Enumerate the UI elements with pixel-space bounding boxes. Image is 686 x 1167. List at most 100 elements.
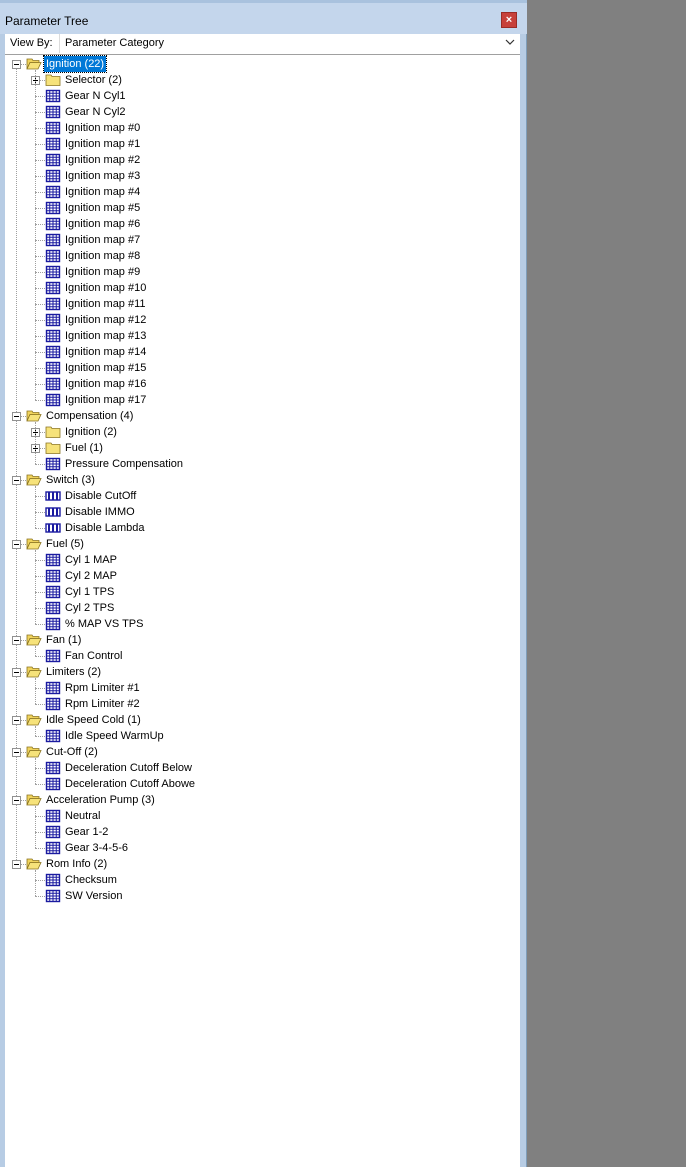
collapse-icon[interactable] [12,716,21,725]
tree-node-folder[interactable]: Acceleration Pump (3) [5,792,520,808]
tree-connector [35,176,45,177]
tree-node-leaf[interactable]: Disable IMMO [5,504,520,520]
tree-node-leaf[interactable]: Ignition map #17 [5,392,520,408]
tree-node-leaf[interactable]: Ignition map #8 [5,248,520,264]
tree-node-leaf[interactable]: Ignition map #12 [5,312,520,328]
tree-connector [35,368,45,369]
table-icon [45,201,61,215]
tree-node-leaf[interactable]: Gear N Cyl2 [5,104,520,120]
tree-node-leaf[interactable]: Cyl 1 TPS [5,584,520,600]
tree-node-label: Fan (1) [46,634,82,646]
tree-node-leaf[interactable]: Ignition map #0 [5,120,520,136]
tree-node-leaf[interactable]: Checksum [5,872,520,888]
tree-node-leaf[interactable]: SW Version [5,888,520,904]
collapse-icon[interactable] [12,60,21,69]
tree-node-leaf[interactable]: Ignition map #9 [5,264,520,280]
tree-node-leaf[interactable]: Ignition map #1 [5,136,520,152]
tree-node-folder[interactable]: Fan (1) [5,632,520,648]
tree-node-label: Disable CutOff [65,490,137,502]
table-icon [45,121,61,135]
tree-node-leaf[interactable]: Gear N Cyl1 [5,88,520,104]
tree-node-folder[interactable]: Compensation (4) [5,408,520,424]
tree-node-label: Rpm Limiter #2 [65,698,140,710]
tree-connector [35,608,45,609]
tree-node-label: Ignition map #0 [65,122,141,134]
switch-icon [45,521,61,535]
collapse-icon[interactable] [12,860,21,869]
tree-node-folder[interactable]: Rom Info (2) [5,856,520,872]
collapse-icon[interactable] [12,412,21,421]
tree-node-folder[interactable]: Idle Speed Cold (1) [5,712,520,728]
tree-connector [35,240,45,241]
table-icon [45,313,61,327]
close-button[interactable]: × [501,12,517,28]
tree-node-leaf[interactable]: Ignition map #16 [5,376,520,392]
collapse-icon[interactable] [12,636,21,645]
tree-node-label: Gear 1-2 [65,826,109,838]
tree-node-leaf[interactable]: Rpm Limiter #2 [5,696,520,712]
view-by-dropdown[interactable]: Parameter Category [59,34,519,53]
tree-node-leaf[interactable]: Cyl 2 TPS [5,600,520,616]
tree-node-leaf[interactable]: % MAP VS TPS [5,616,520,632]
tree-node-leaf[interactable]: Ignition map #11 [5,296,520,312]
tree-node-folder[interactable]: Ignition (22) [5,55,520,73]
tree-node-leaf[interactable]: Cyl 2 MAP [5,568,520,584]
tree-node-leaf[interactable]: Deceleration Cutoff Below [5,760,520,776]
tree-node-leaf[interactable]: Ignition map #10 [5,280,520,296]
tree-connector [35,784,45,785]
tree-node-folder[interactable]: Cut-Off (2) [5,744,520,760]
tree-node-folder[interactable]: Selector (2) [5,72,520,88]
tree-node-leaf[interactable]: Disable Lambda [5,520,520,536]
folder-open-icon [26,57,42,71]
tree-node-leaf[interactable]: Ignition map #15 [5,360,520,376]
tree-node-label: Cyl 2 TPS [65,602,115,614]
tree-node-folder[interactable]: Fuel (5) [5,536,520,552]
tree-connector [35,880,45,881]
tree-node-leaf[interactable]: Ignition map #3 [5,168,520,184]
tree-node-leaf[interactable]: Ignition map #6 [5,216,520,232]
tree-node-leaf[interactable]: Ignition map #4 [5,184,520,200]
tree-node-leaf[interactable]: Deceleration Cutoff Abowe [5,776,520,792]
table-icon [45,345,61,359]
collapse-icon[interactable] [12,796,21,805]
tree-node-folder[interactable]: Limiters (2) [5,664,520,680]
tree-node-label: Ignition map #15 [65,362,147,374]
tree-node-leaf[interactable]: Ignition map #14 [5,344,520,360]
table-icon [45,601,61,615]
tree-node-label: Pressure Compensation [65,458,184,470]
tree-node-leaf[interactable]: Gear 1-2 [5,824,520,840]
collapse-icon[interactable] [12,668,21,677]
tree-node-leaf[interactable]: Ignition map #5 [5,200,520,216]
chevron-down-icon[interactable] [505,37,515,47]
collapse-icon[interactable] [12,540,21,549]
tree-node-leaf[interactable]: Neutral [5,808,520,824]
tree-node-leaf[interactable]: Idle Speed WarmUp [5,728,520,744]
collapse-icon[interactable] [12,748,21,757]
tree-node-folder[interactable]: Ignition (2) [5,424,520,440]
tree-node-leaf[interactable]: Fan Control [5,648,520,664]
tree-node-label: Checksum [65,874,117,886]
tree-node-leaf[interactable]: Disable CutOff [5,488,520,504]
tree-node-folder[interactable]: Fuel (1) [5,440,520,456]
tree-connector [35,656,45,657]
table-icon [45,457,61,471]
tree-node-leaf[interactable]: Rpm Limiter #1 [5,680,520,696]
tree-node-leaf[interactable]: Ignition map #13 [5,328,520,344]
tree-connector [35,160,45,161]
tree-connector [35,336,45,337]
table-icon [45,393,61,407]
tree-node-leaf[interactable]: Cyl 1 MAP [5,552,520,568]
folder-open-icon [26,537,42,551]
tree-connector [35,496,45,497]
tree-node-leaf[interactable]: Gear 3-4-5-6 [5,840,520,856]
tree-node-leaf[interactable]: Pressure Compensation [5,456,520,472]
tree-node-folder[interactable]: Switch (3) [5,472,520,488]
collapse-icon[interactable] [12,476,21,485]
tree-node-label: Ignition map #1 [65,138,141,150]
tree-node-leaf[interactable]: Ignition map #2 [5,152,520,168]
tree-connector [35,624,45,625]
parameter-tree[interactable]: Ignition (22) Selector (2) Gear N Cyl1 Gear… [5,54,520,1167]
tree-node-leaf[interactable]: Ignition map #7 [5,232,520,248]
table-icon [45,233,61,247]
tree-connector [35,304,45,305]
